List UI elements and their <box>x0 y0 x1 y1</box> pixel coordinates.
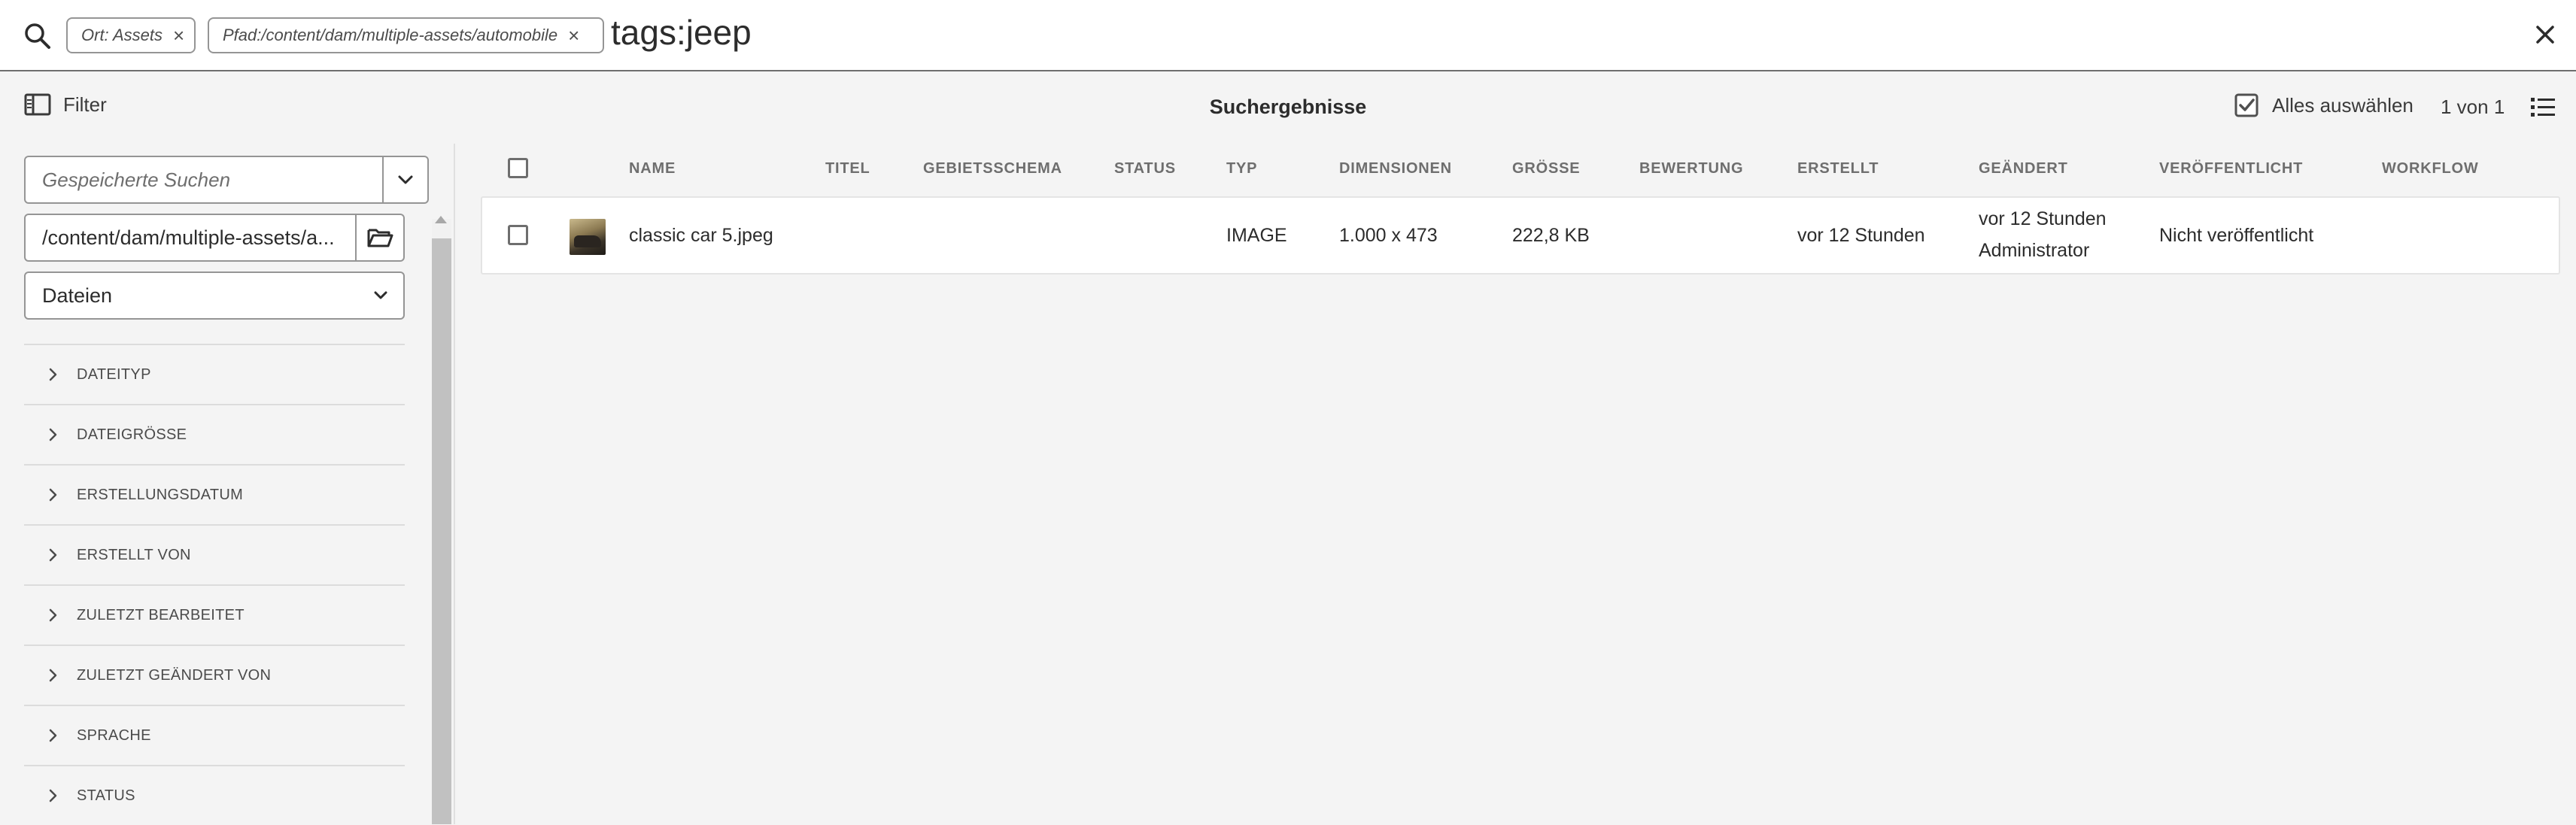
path-browse-button[interactable] <box>357 214 405 262</box>
facet-dateityp[interactable]: DATEITYP <box>24 344 405 404</box>
cell-dimensionen: 1.000 x 473 <box>1339 225 1438 246</box>
select-all-label: Alles auswählen <box>2272 93 2413 117</box>
facet-zuletzt-bearbeitet[interactable]: ZULETZT BEARBEITET <box>24 584 405 645</box>
column-header-titel[interactable]: TITEL <box>825 160 870 177</box>
facet-label: ZULETZT BEARBEITET <box>77 606 245 623</box>
chevron-right-icon <box>49 548 57 562</box>
chevron-right-icon <box>49 669 57 682</box>
column-header-workflow[interactable]: WORKFLOW <box>2382 160 2479 177</box>
saved-searches-input[interactable] <box>26 157 382 202</box>
chevron-right-icon <box>49 488 57 502</box>
action-bar: Filter Suchergebnisse Alles auswählen 1 … <box>0 71 2576 144</box>
filter-rail: /content/dam/multiple-assets/a... Dateie… <box>0 144 455 824</box>
row-checkbox[interactable] <box>508 225 528 245</box>
folder-open-icon <box>367 229 393 247</box>
page-title: Suchergebnisse <box>1209 96 1367 118</box>
location-tag[interactable]: Ort: Assets × <box>66 17 196 53</box>
table-header: NAME TITEL GEBIETSSCHEMA STATUS TYP DIME… <box>455 144 2576 196</box>
list-view-icon[interactable] <box>2529 94 2556 121</box>
column-header-bewertung[interactable]: BEWERTUNG <box>1639 160 1743 177</box>
chevron-right-icon <box>49 428 57 441</box>
column-header-veroeffentlicht[interactable]: VERÖFFENTLICHT <box>2159 160 2303 177</box>
close-icon[interactable] <box>2530 20 2560 50</box>
column-header-erstellt[interactable]: ERSTELLT <box>1797 160 1879 177</box>
facet-label: DATEITYP <box>77 365 151 383</box>
facet-list: DATEITYP DATEIGRÖSSE ERSTELLUNGSDATUM ER… <box>24 344 405 825</box>
column-header-dimensionen[interactable]: DIMENSIONEN <box>1339 160 1452 177</box>
facet-sprache[interactable]: SPRACHE <box>24 705 405 765</box>
search-query-input[interactable]: tags:jeep <box>611 12 752 53</box>
facet-status[interactable]: STATUS <box>24 765 405 825</box>
select-all-rows-checkbox[interactable] <box>508 158 528 178</box>
column-header-gebietsschema[interactable]: GEBIETSSCHEMA <box>923 160 1062 177</box>
cell-geaendert-time: vor 12 Stunden <box>1979 208 2107 229</box>
rail-scrollbar-thumb[interactable] <box>432 238 451 824</box>
chevron-down-icon <box>398 175 413 184</box>
cell-erstellt: vor 12 Stunden <box>1797 225 1925 246</box>
select-all-button[interactable]: Alles auswählen <box>2234 93 2413 117</box>
saved-searches-dropdown-button[interactable] <box>382 157 427 202</box>
remove-path-tag-icon[interactable]: × <box>568 24 579 47</box>
facet-label: DATEIGRÖSSE <box>77 426 187 443</box>
scroll-up-icon[interactable] <box>435 216 447 223</box>
location-tag-value: Assets <box>108 26 163 44</box>
result-count: 1 von 1 <box>2441 96 2505 118</box>
chevron-right-icon <box>49 608 57 622</box>
column-header-groesse[interactable]: GRÖSSE <box>1512 160 1580 177</box>
path-tag[interactable]: Pfad: /content/dam/multiple-assets/autom… <box>208 17 604 53</box>
asset-type-value: Dateien <box>42 284 113 307</box>
facet-label: ERSTELLUNGSDATUM <box>77 486 244 503</box>
column-header-status[interactable]: STATUS <box>1114 160 1176 177</box>
cell-veroeffentlicht: Nicht veröffentlicht <box>2159 225 2314 246</box>
checkbox-checked-icon <box>2234 93 2259 117</box>
cell-name: classic car 5.jpeg <box>629 225 773 246</box>
facet-dateigroesse[interactable]: DATEIGRÖSSE <box>24 404 405 464</box>
column-header-name[interactable]: NAME <box>629 160 676 177</box>
chevron-right-icon <box>49 729 57 742</box>
column-header-typ[interactable]: TYP <box>1226 160 1257 177</box>
chevron-right-icon <box>49 789 57 802</box>
column-header-geaendert[interactable]: GEÄNDERT <box>1979 160 2068 177</box>
table-row[interactable]: classic car 5.jpeg IMAGE 1.000 x 473 222… <box>481 196 2560 274</box>
cell-typ: IMAGE <box>1226 225 1287 246</box>
path-field[interactable]: /content/dam/multiple-assets/a... <box>24 214 357 262</box>
facet-label: SPRACHE <box>77 726 151 744</box>
omnisearch-bar: Ort: Assets × Pfad: /content/dam/multipl… <box>0 0 2576 71</box>
search-icon[interactable] <box>23 21 53 51</box>
results-table: NAME TITEL GEBIETSSCHEMA STATUS TYP DIME… <box>455 144 2576 824</box>
asset-thumbnail <box>570 219 606 255</box>
cell-groesse: 222,8 KB <box>1512 225 1590 246</box>
saved-searches-combobox <box>24 156 429 204</box>
remove-location-tag-icon[interactable]: × <box>173 24 184 47</box>
asset-type-select[interactable]: Dateien <box>24 271 405 320</box>
path-tag-value: /content/dam/multiple-assets/automobile <box>261 26 558 44</box>
chevron-down-icon <box>374 291 387 299</box>
facet-erstellt-von[interactable]: ERSTELLT VON <box>24 524 405 584</box>
facet-zuletzt-geaendert-von[interactable]: ZULETZT GEÄNDERT VON <box>24 645 405 705</box>
location-tag-prefix: Ort: <box>81 26 109 44</box>
facet-erstellungsdatum[interactable]: ERSTELLUNGSDATUM <box>24 464 405 524</box>
facet-label: ERSTELLT VON <box>77 546 191 563</box>
facet-label: STATUS <box>77 787 135 804</box>
facet-label: ZULETZT GEÄNDERT VON <box>77 666 272 684</box>
path-tag-prefix: Pfad: <box>223 26 262 44</box>
cell-geaendert-by: Administrator <box>1979 240 2090 261</box>
chevron-right-icon <box>49 368 57 381</box>
